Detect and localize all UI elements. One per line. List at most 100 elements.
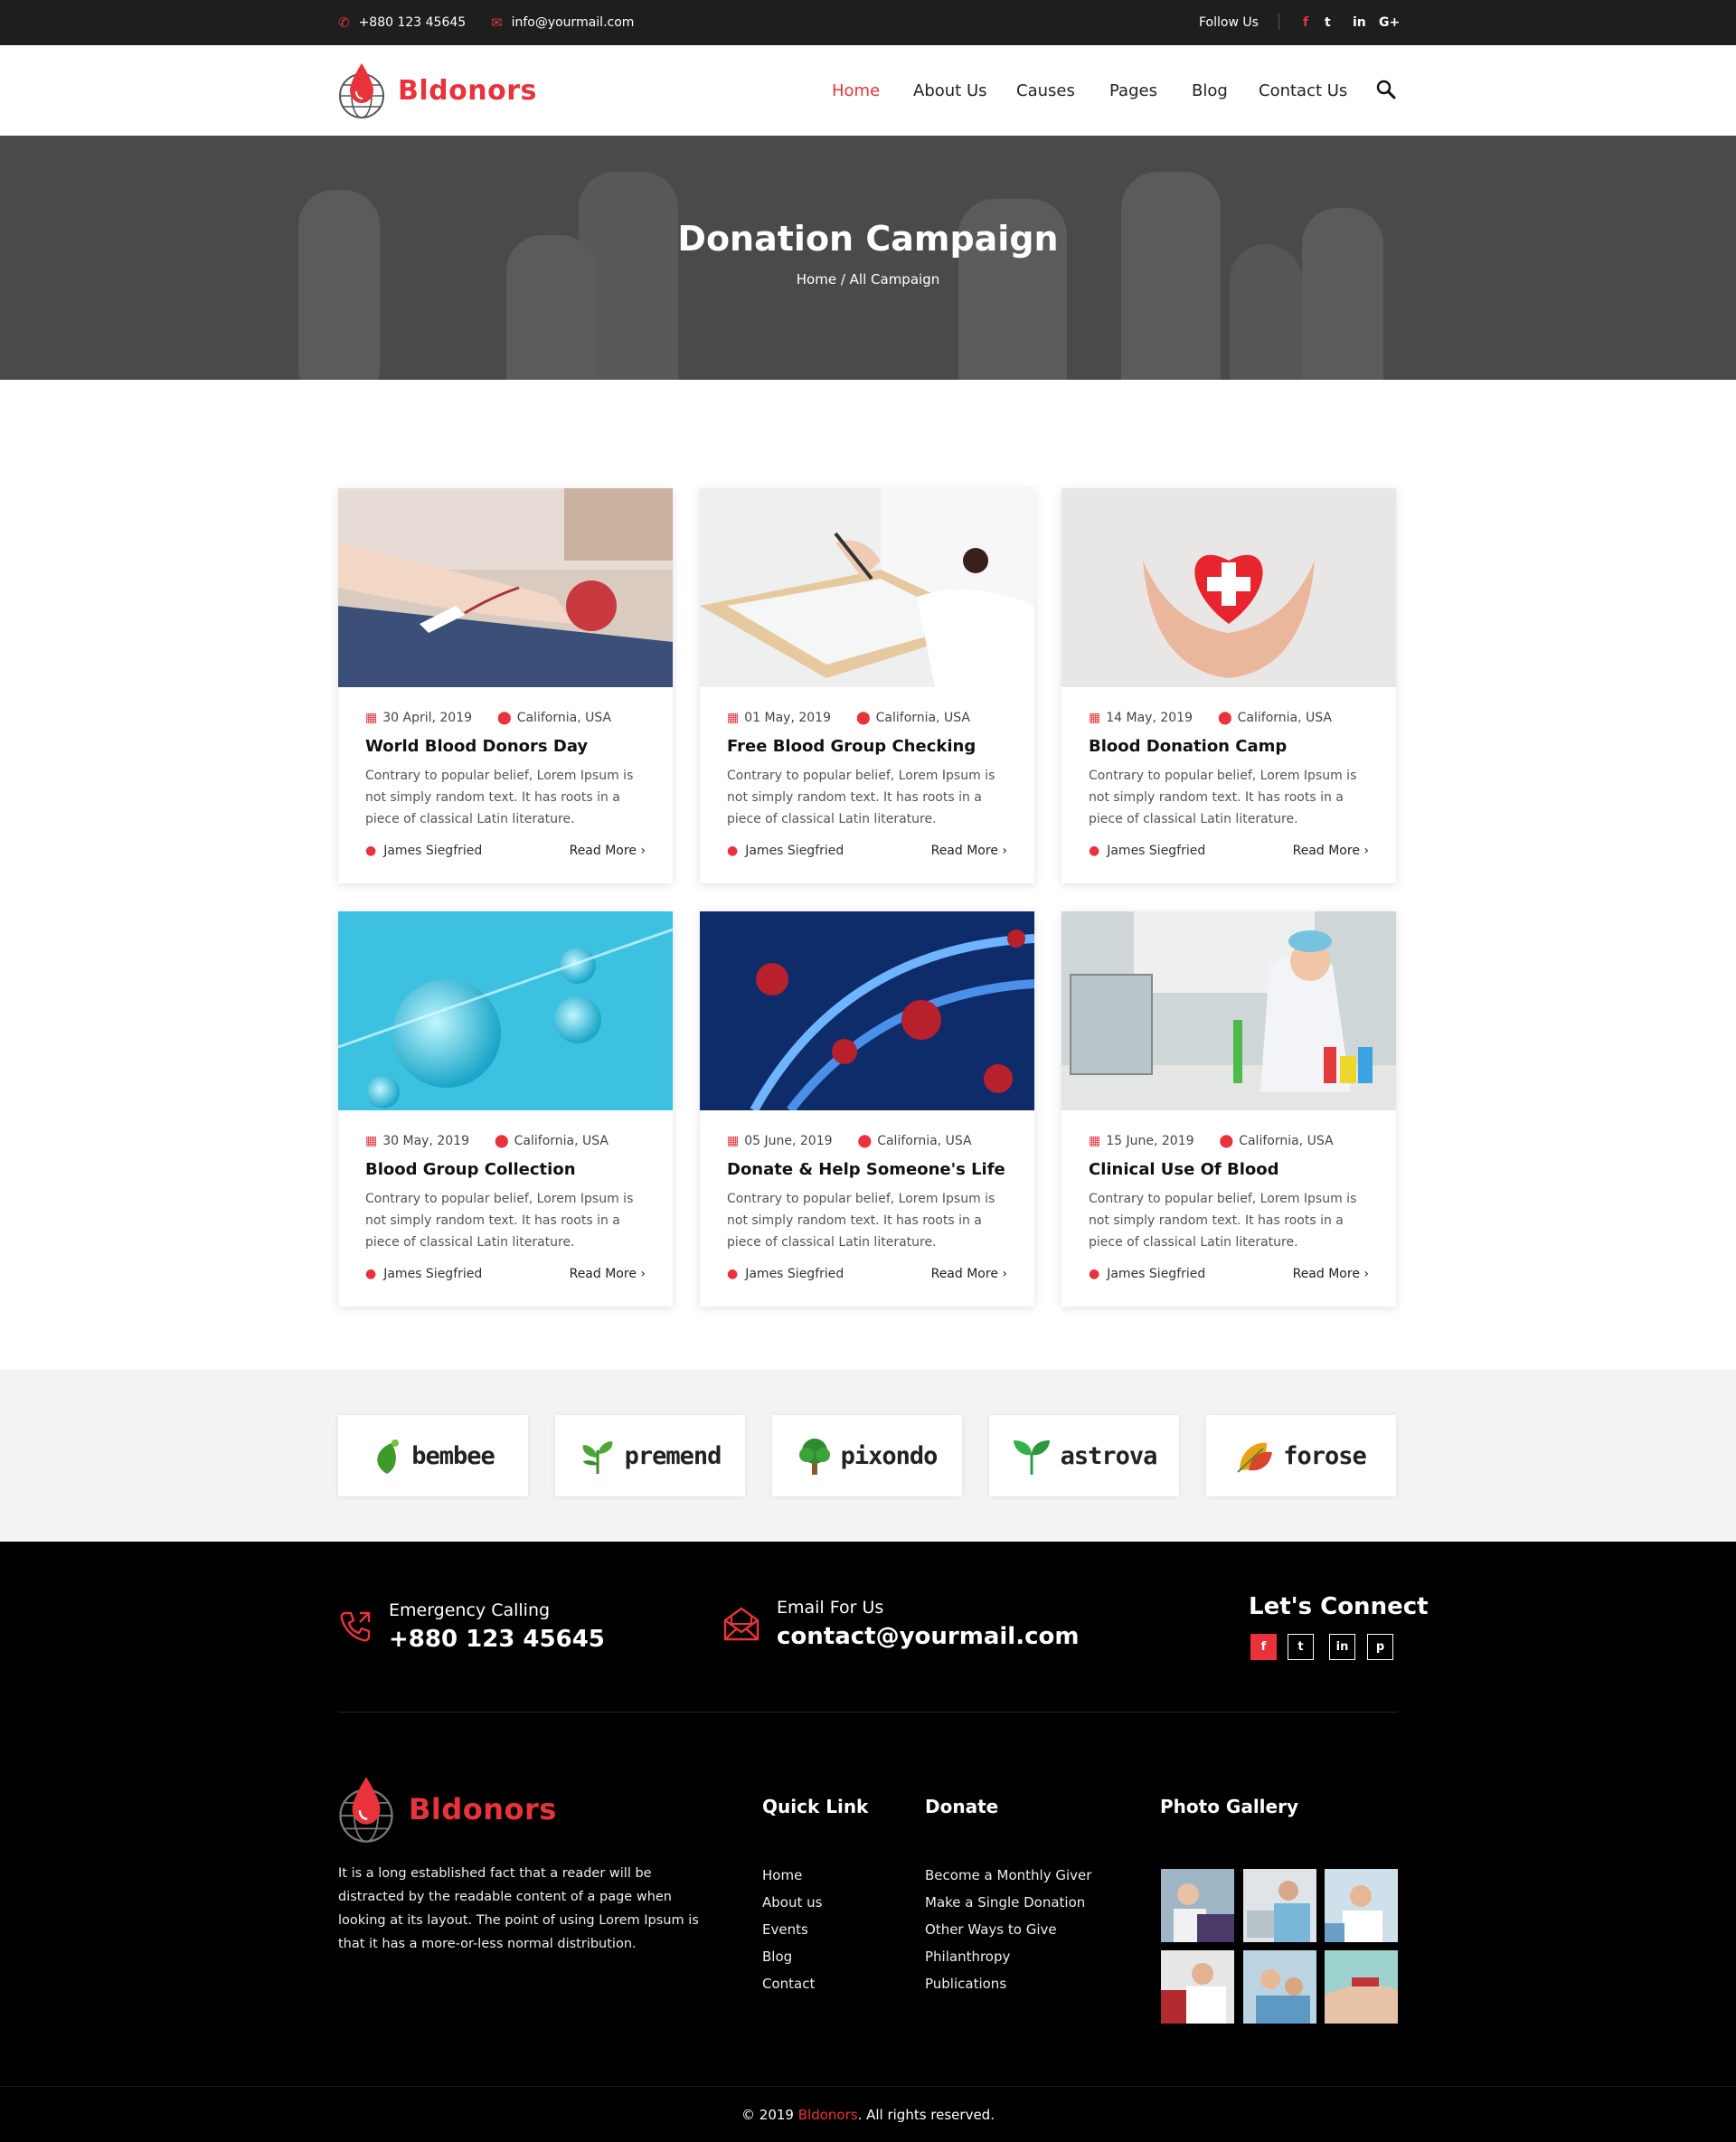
- donate-link-single[interactable]: Make a Single Donation: [925, 1889, 1091, 1916]
- quick-link-list: Home About us Events Blog Contact: [762, 1862, 822, 1997]
- linkedin-icon[interactable]: in: [1329, 1634, 1355, 1660]
- copyright-prefix: © 2019: [741, 2107, 798, 2123]
- emergency-phone: +880 123 45645: [389, 1626, 605, 1653]
- user-icon: ●: [1089, 844, 1100, 858]
- campaign-excerpt: Contrary to popular belief, Lorem Ipsum …: [365, 1192, 634, 1250]
- campaign-title[interactable]: Blood Group Collection: [365, 1160, 576, 1179]
- partner-logo[interactable]: forose: [1206, 1415, 1396, 1496]
- campaign-card[interactable]: ▦ 30 May, 2019 ⬤ California, USA Blood G…: [338, 911, 673, 1307]
- partner-name: forose: [1283, 1441, 1367, 1470]
- gallery-thumbnail[interactable]: [1161, 1869, 1234, 1942]
- footer-brand-logo[interactable]: Bldonors: [338, 1775, 557, 1844]
- partner-logo[interactable]: bembee: [338, 1415, 528, 1496]
- envelope-icon: ✉: [491, 14, 503, 31]
- campaign-date: 14 May, 2019: [1106, 711, 1193, 725]
- topbar-email[interactable]: ✉ info@yourmail.com: [491, 0, 634, 45]
- footer-link-contact[interactable]: Contact: [762, 1970, 822, 1997]
- campaign-card[interactable]: ▦ 01 May, 2019 ⬤ California, USA Free Bl…: [700, 488, 1034, 883]
- twitter-icon[interactable]: t: [1288, 1634, 1314, 1660]
- partner-name: bembee: [411, 1441, 495, 1470]
- campaign-image-blood-donation: [338, 488, 673, 687]
- calendar-icon: ▦: [727, 711, 740, 725]
- facebook-icon[interactable]: f: [1250, 1634, 1277, 1660]
- read-more-label: Read More: [1292, 844, 1360, 858]
- campaign-image-laboratory: [1061, 911, 1396, 1110]
- campaign-author: ● James Siegfried: [365, 1267, 482, 1281]
- nav-pages[interactable]: Pages: [1109, 45, 1157, 136]
- email-value: contact@yourmail.com: [777, 1623, 1080, 1650]
- campaign-card[interactable]: ▦ 15 June, 2019 ⬤ California, USA Clinic…: [1061, 911, 1396, 1307]
- campaign-date: 15 June, 2019: [1106, 1134, 1194, 1148]
- emergency-contact[interactable]: Emergency Calling +880 123 45645: [338, 1600, 605, 1653]
- donate-link-list: Become a Monthly Giver Make a Single Don…: [925, 1862, 1091, 1997]
- emergency-text: Emergency Calling +880 123 45645: [389, 1600, 605, 1653]
- leaf-icon: [377, 1439, 400, 1474]
- partner-logo[interactable]: premend: [555, 1415, 745, 1496]
- donate-link-monthly[interactable]: Become a Monthly Giver: [925, 1862, 1091, 1889]
- location-pin-icon: ⬤: [855, 711, 871, 725]
- nav-causes[interactable]: Causes: [1016, 45, 1075, 136]
- read-more-link[interactable]: Read More ›: [931, 1267, 1007, 1281]
- pinterest-icon[interactable]: p: [1367, 1634, 1393, 1660]
- nav-about-us[interactable]: About Us: [913, 45, 987, 136]
- linkedin-icon[interactable]: in: [1353, 0, 1366, 45]
- read-more-label: Read More: [569, 844, 637, 858]
- nav-blog[interactable]: Blog: [1192, 45, 1228, 136]
- campaign-card[interactable]: ▦ 30 April, 2019 ⬤ California, USA World…: [338, 488, 673, 883]
- breadcrumb[interactable]: Home / All Campaign: [0, 271, 1736, 288]
- campaign-image-doctor-writing: [700, 488, 1034, 687]
- donate-link-other-ways[interactable]: Other Ways to Give: [925, 1916, 1091, 1943]
- donate-link-publications[interactable]: Publications: [925, 1970, 1091, 1997]
- email-contact[interactable]: Email For Us contact@yourmail.com: [722, 1598, 1079, 1650]
- facebook-icon[interactable]: f: [1303, 0, 1308, 45]
- topbar-phone[interactable]: ✆ +880 123 45645: [338, 0, 466, 45]
- partner-logo[interactable]: pixondo: [772, 1415, 962, 1496]
- read-more-label: Read More: [569, 1267, 637, 1281]
- copyright-brand[interactable]: Bldonors: [798, 2107, 858, 2123]
- campaign-title[interactable]: Blood Donation Camp: [1089, 737, 1287, 756]
- google-plus-icon[interactable]: G+: [1379, 0, 1400, 45]
- footer-link-home[interactable]: Home: [762, 1862, 822, 1889]
- campaign-title[interactable]: World Blood Donors Day: [365, 737, 588, 756]
- brand-logo[interactable]: Bldonors: [338, 61, 537, 119]
- gallery-thumbnail[interactable]: [1243, 1869, 1316, 1942]
- partner-name: premend: [624, 1441, 722, 1470]
- twitter-icon[interactable]: t: [1325, 0, 1331, 45]
- gallery-thumbnail[interactable]: [1243, 1950, 1316, 2024]
- search-icon[interactable]: [1376, 80, 1396, 99]
- gallery-thumbnail[interactable]: [1325, 1950, 1398, 2024]
- read-more-link[interactable]: Read More ›: [570, 844, 646, 858]
- campaign-title[interactable]: Donate & Help Someone's Life: [727, 1160, 1005, 1179]
- author-name: James Siegfried: [1107, 1267, 1206, 1281]
- page-title: Donation Campaign: [677, 219, 1059, 259]
- nav-home[interactable]: Home: [832, 45, 880, 136]
- campaign-meta: ▦ 30 May, 2019 ⬤ California, USA: [365, 1134, 609, 1148]
- campaign-card[interactable]: ▦ 05 June, 2019 ⬤ California, USA Donate…: [700, 911, 1034, 1307]
- footer-link-events[interactable]: Events: [762, 1916, 822, 1943]
- campaign-card[interactable]: ▦ 14 May, 2019 ⬤ California, USA Blood D…: [1061, 488, 1396, 883]
- calendar-icon: ▦: [1089, 711, 1101, 725]
- donate-link-philanthropy[interactable]: Philanthropy: [925, 1943, 1091, 1970]
- gallery-thumbnail[interactable]: [1325, 1869, 1398, 1942]
- sprout-icon: [582, 1441, 612, 1474]
- divider: [338, 1712, 1398, 1713]
- read-more-link[interactable]: Read More ›: [1293, 1267, 1369, 1281]
- copyright-suffix: . All rights reserved.: [857, 2107, 995, 2123]
- footer-link-about[interactable]: About us: [762, 1889, 822, 1916]
- read-more-link[interactable]: Read More ›: [931, 844, 1007, 858]
- read-more-link[interactable]: Read More ›: [570, 1267, 646, 1281]
- gallery-thumbnail[interactable]: [1161, 1950, 1234, 2024]
- campaign-meta: ▦ 15 June, 2019 ⬤ California, USA: [1089, 1134, 1334, 1148]
- read-more-link[interactable]: Read More ›: [1293, 844, 1369, 858]
- campaign-title[interactable]: Clinical Use Of Blood: [1089, 1160, 1279, 1179]
- campaign-author: ● James Siegfried: [727, 1267, 844, 1281]
- footer-link-blog[interactable]: Blog: [762, 1943, 822, 1970]
- partner-logo[interactable]: astrova: [989, 1415, 1179, 1496]
- campaign-excerpt: Contrary to popular belief, Lorem Ipsum …: [365, 769, 634, 826]
- topbar-phone-text: +880 123 45645: [358, 15, 467, 30]
- calendar-icon: ▦: [1089, 1134, 1101, 1148]
- campaign-image-heart-hands: [1061, 488, 1396, 687]
- nav-contact-us[interactable]: Contact Us: [1259, 45, 1347, 136]
- campaign-title[interactable]: Free Blood Group Checking: [727, 737, 976, 756]
- chevron-right-icon: ›: [1363, 844, 1369, 858]
